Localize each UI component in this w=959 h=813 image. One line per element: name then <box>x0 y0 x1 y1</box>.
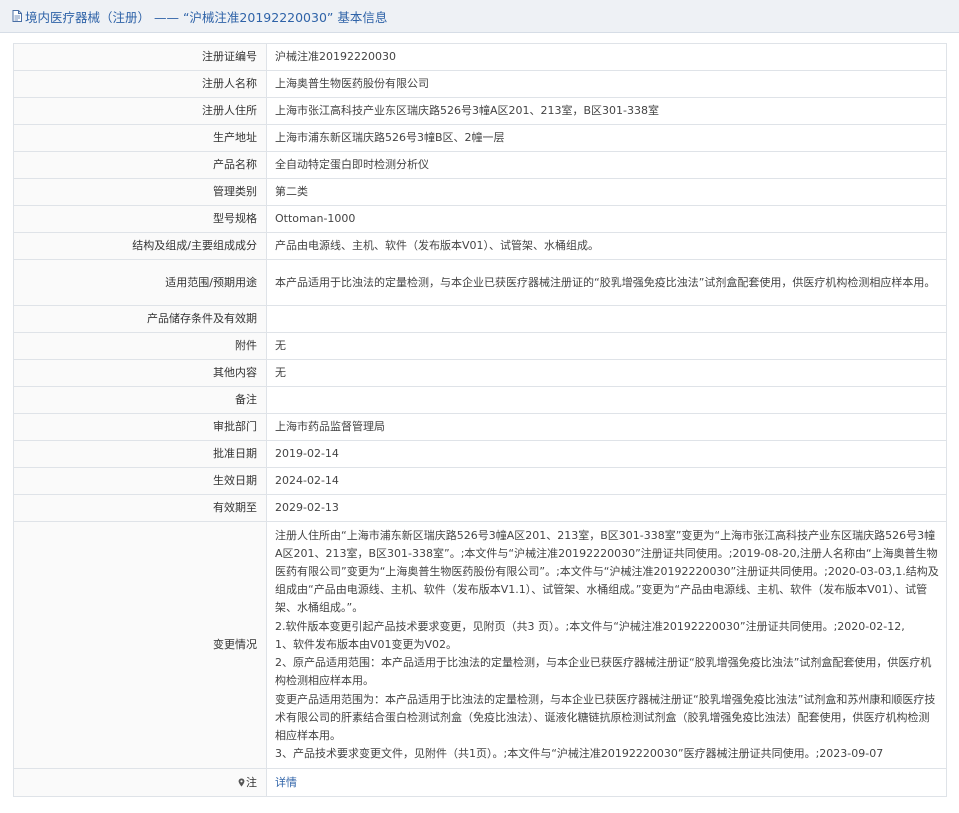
table-row: 生产地址 上海市浦东新区瑞庆路526号3幢B区、2幢一层 <box>13 124 947 152</box>
field-value: 2019-02-14 <box>266 440 947 468</box>
table-row: 适用范围/预期用途 本产品适用于比浊法的定量检测，与本企业已获医疗器械注册证的“胶… <box>13 259 947 306</box>
field-label: 审批部门 <box>13 413 267 441</box>
field-label: 附件 <box>13 332 267 360</box>
field-label: 变更情况 <box>13 521 267 769</box>
field-value: 2024-02-14 <box>266 467 947 495</box>
field-label: 有效期至 <box>13 494 267 522</box>
table-row: 型号规格 Ottoman-1000 <box>13 205 947 233</box>
field-label: 注册证编号 <box>13 43 267 71</box>
field-label: 其他内容 <box>13 359 267 387</box>
field-value: 上海奥普生物医药股份有限公司 <box>266 70 947 98</box>
table-row: 注册证编号 沪械注准20192220030 <box>13 43 947 71</box>
table-row: 有效期至 2029-02-13 <box>13 494 947 522</box>
field-label: 结构及组成/主要组成成分 <box>13 232 267 260</box>
field-value: Ottoman-1000 <box>266 205 947 233</box>
change-paragraph: 1、软件发布版本由V01变更为V02。 <box>275 637 458 651</box>
note-label: 注 <box>13 768 267 797</box>
field-value: 无 <box>266 332 947 360</box>
field-label: 产品名称 <box>13 151 267 179</box>
page-title: 境内医疗器械（注册） —— “沪械注准20192220030” 基本信息 <box>25 9 388 25</box>
detail-link[interactable]: 详情 <box>275 776 297 789</box>
field-value: 无 <box>266 359 947 387</box>
page-header: 境内医疗器械（注册） —— “沪械注准20192220030” 基本信息 <box>0 0 959 33</box>
map-pin-icon <box>238 778 245 787</box>
field-value: 沪械注准20192220030 <box>266 43 947 71</box>
field-label: 注册人名称 <box>13 70 267 98</box>
note-value: 详情 <box>266 768 947 797</box>
field-label: 批准日期 <box>13 440 267 468</box>
table-row: 备注 <box>13 386 947 414</box>
table-row: 产品名称 全自动特定蛋白即时检测分析仪 <box>13 151 947 179</box>
field-label: 管理类别 <box>13 178 267 206</box>
field-value: 全自动特定蛋白即时检测分析仪 <box>266 151 947 179</box>
table-row: 其他内容无 <box>13 359 947 387</box>
table-row: 注册人名称 上海奥普生物医药股份有限公司 <box>13 70 947 98</box>
change-paragraph: 变更产品适用范围为：本产品适用于比浊法的定量检测，与本企业已获医疗器械注册证“胶… <box>275 692 936 742</box>
field-value: 2029-02-13 <box>266 494 947 522</box>
field-value: 上海市张江高科技产业东区瑞庆路526号3幢A区201、213室，B区301-33… <box>266 97 947 125</box>
table-row: 注册人住所 上海市张江高科技产业东区瑞庆路526号3幢A区201、213室，B区3… <box>13 97 947 125</box>
change-paragraph: 注册人住所由“上海市浦东新区瑞庆路526号3幢A区201、213室，B区301-… <box>275 528 939 615</box>
field-value: 上海市浦东新区瑞庆路526号3幢B区、2幢一层 <box>266 124 947 152</box>
table-row: 审批部门 上海市药品监督管理局 <box>13 413 947 441</box>
field-value: 本产品适用于比浊法的定量检测，与本企业已获医疗器械注册证的“胶乳增强免疫比浊法”… <box>266 259 947 306</box>
change-history: 注册人住所由“上海市浦东新区瑞庆路526号3幢A区201、213室，B区301-… <box>266 521 947 769</box>
field-value <box>266 305 947 333</box>
field-label: 生效日期 <box>13 467 267 495</box>
change-paragraph: 3、产品技术要求变更文件，见附件（共1页）。;本文件与“沪械注准20192220… <box>275 747 884 761</box>
table-row: 注 详情 <box>13 768 947 797</box>
field-label: 生产地址 <box>13 124 267 152</box>
note-label-text: 注 <box>246 775 257 789</box>
detail-table: 注册证编号 沪械注准20192220030 注册人名称 上海奥普生物医药股份有限公司注… <box>13 43 947 797</box>
table-row: 变更情况 注册人住所由“上海市浦东新区瑞庆路526号3幢A区201、213室，B区… <box>13 521 947 769</box>
field-value: 上海市药品监督管理局 <box>266 413 947 441</box>
field-value: 产品由电源线、主机、软件（发布版本V01）、试管架、水桶组成。 <box>266 232 947 260</box>
table-row: 批准日期 2019-02-14 <box>13 440 947 468</box>
change-paragraph: 2、原产品适用范围：本产品适用于比浊法的定量检测，与本企业已获医疗器械注册证“胶… <box>275 656 932 688</box>
change-paragraph: 2.软件版本变更引起产品技术要求变更，见附页（共3 页）。;本文件与“沪械注准2… <box>275 619 905 633</box>
table-row: 生效日期 2024-02-14 <box>13 467 947 495</box>
field-label: 备注 <box>13 386 267 414</box>
table-row: 附件无 <box>13 332 947 360</box>
field-label: 注册人住所 <box>13 97 267 125</box>
field-label: 型号规格 <box>13 205 267 233</box>
field-label: 产品储存条件及有效期 <box>13 305 267 333</box>
field-label: 适用范围/预期用途 <box>13 259 267 306</box>
document-icon <box>12 10 22 22</box>
field-value: 第二类 <box>266 178 947 206</box>
field-value <box>266 386 947 414</box>
table-row: 管理类别 第二类 <box>13 178 947 206</box>
table-row: 产品储存条件及有效期 <box>13 305 947 333</box>
table-row: 结构及组成/主要组成成分 产品由电源线、主机、软件（发布版本V01）、试管架、水桶… <box>13 232 947 260</box>
